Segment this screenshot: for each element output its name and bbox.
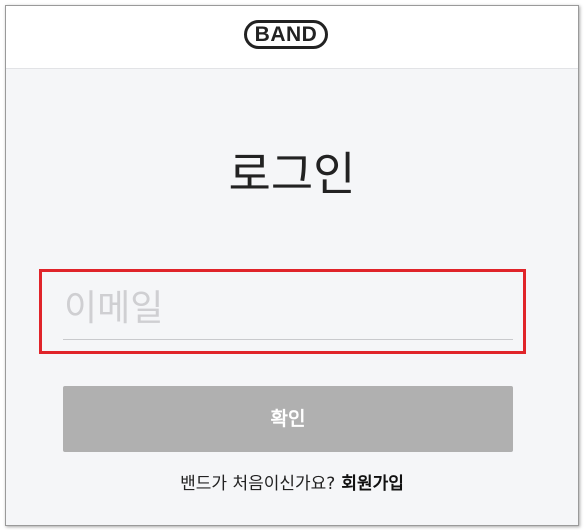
signup-prompt: 밴드가 처음이신가요? 회원가입 bbox=[6, 472, 578, 496]
signup-question: 밴드가 처음이신가요? bbox=[180, 474, 336, 494]
page-title: 로그인 bbox=[228, 147, 356, 201]
signup-link[interactable]: 회원가입 bbox=[341, 474, 404, 494]
confirm-button[interactable]: 확인 bbox=[63, 386, 513, 452]
email-input[interactable] bbox=[63, 278, 513, 340]
band-logo[interactable]: BAND bbox=[244, 20, 328, 49]
login-window: BAND 로그인 확인 밴드가 처음이신가요?회원가입 bbox=[5, 5, 579, 526]
header-bar: BAND bbox=[6, 6, 578, 69]
